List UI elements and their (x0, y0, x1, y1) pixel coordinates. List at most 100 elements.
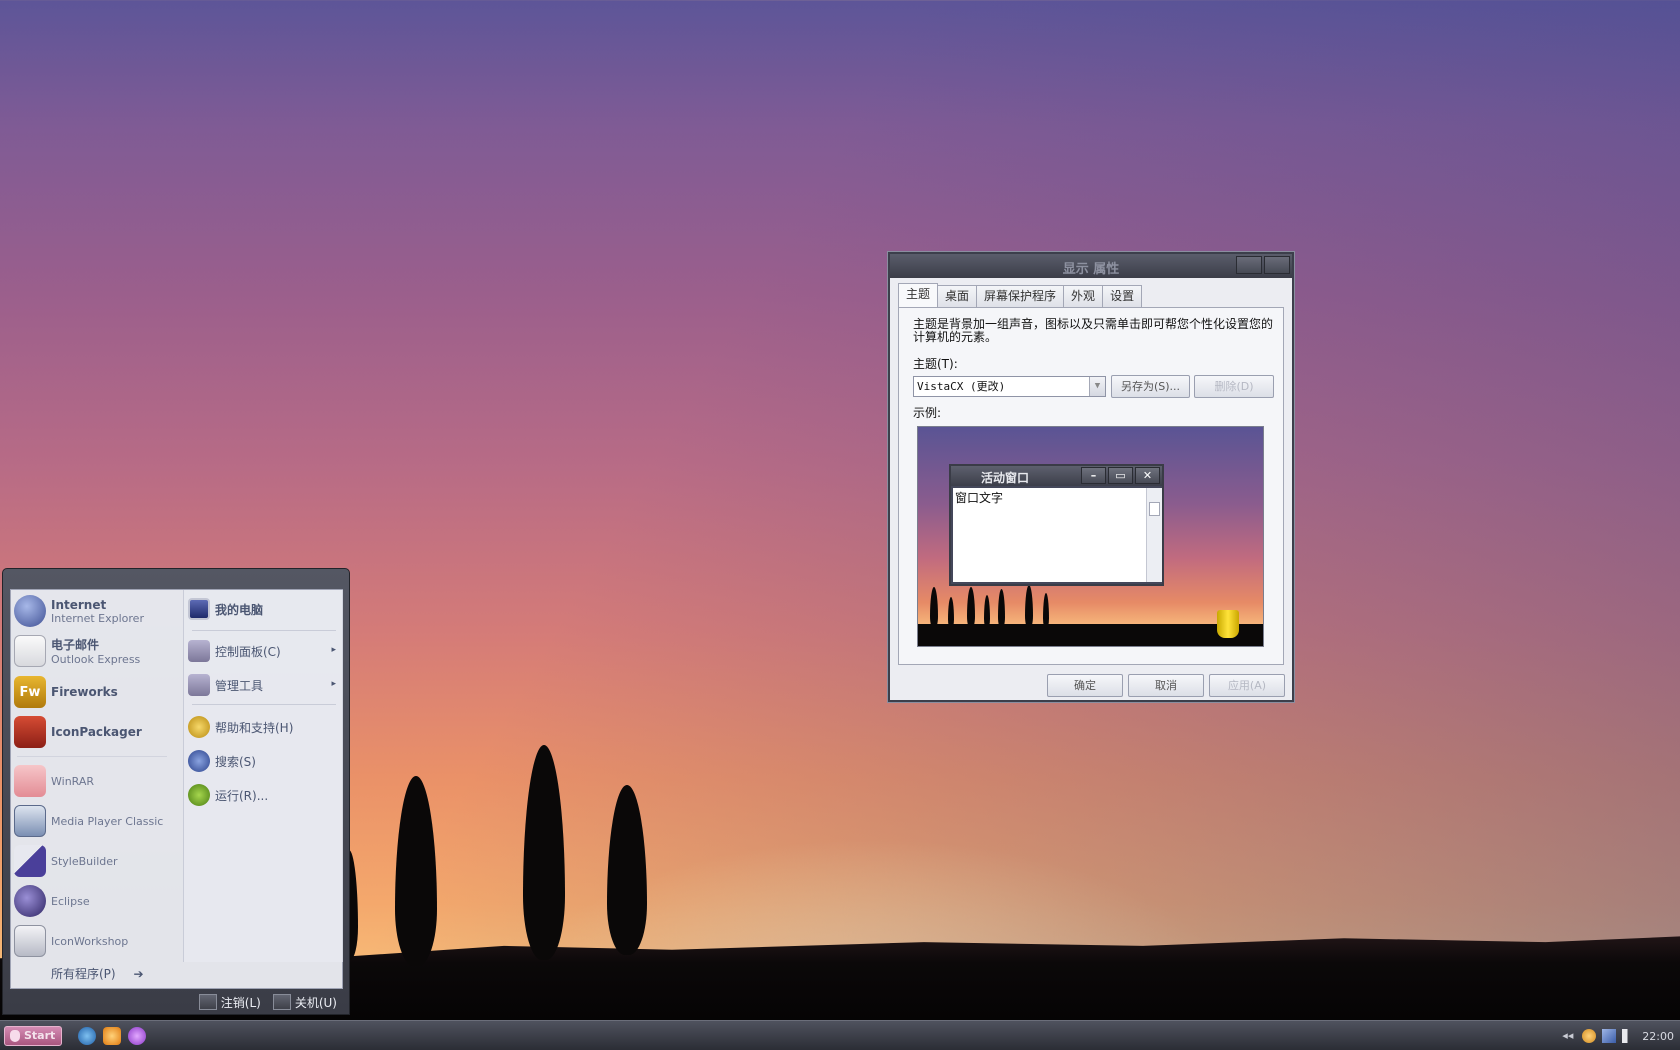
place-label: 运行(R)... (215, 788, 269, 803)
tab-appearance[interactable]: 外观 (1063, 285, 1104, 307)
quicklaunch-browser-icon[interactable] (78, 1027, 96, 1045)
control-panel-icon (188, 640, 210, 662)
start-menu-programs: Internet Internet Explorer 电子邮件 Outlook … (11, 590, 183, 962)
cancel-button[interactable]: 取消 (1128, 674, 1204, 697)
theme-select[interactable]: VistaCX (更改) ▼ (913, 376, 1106, 397)
recent-media-player[interactable]: Media Player Classic (14, 803, 180, 839)
dialog-titlebar[interactable]: 显示 属性 (890, 254, 1292, 278)
preview-tree (1025, 585, 1033, 629)
media-player-icon (14, 805, 46, 837)
preview-tree (930, 587, 938, 629)
tab-theme[interactable]: 主题 (898, 283, 939, 307)
recent-label: IconWorkshop (51, 934, 129, 948)
start-label: Start (24, 1029, 56, 1042)
pinned-subtitle: Internet Explorer (51, 611, 144, 625)
all-programs-button[interactable]: 所有程序(P) ➔ (51, 965, 144, 982)
tab-strip: 主题 桌面 屏幕保护程序 外观 设置 (898, 283, 1143, 307)
tab-desktop[interactable]: 桌面 (937, 285, 978, 307)
shutdown-button[interactable]: 关机(U) (272, 994, 337, 1011)
computer-icon (188, 598, 210, 620)
logoff-icon (198, 994, 217, 1010)
preview-tree (967, 587, 975, 629)
wallpaper-tree (395, 776, 437, 966)
theme-label: 主题(T): (913, 357, 958, 371)
recent-label: StyleBuilder (51, 854, 118, 868)
eclipse-icon (14, 885, 46, 917)
tab-settings[interactable]: 设置 (1102, 285, 1143, 307)
chevron-down-icon[interactable]: ▼ (1089, 377, 1105, 396)
apple-icon (10, 1030, 20, 1042)
stylebuilder-icon (14, 845, 46, 877)
place-control-panel[interactable]: 控制面板(C) ▸ (188, 636, 340, 666)
separator (17, 756, 167, 757)
recycle-bin-icon (1217, 610, 1239, 638)
close-title-button[interactable] (1264, 256, 1290, 274)
preview-tree (998, 589, 1005, 629)
all-programs-label: 所有程序(P) (51, 967, 116, 981)
recent-stylebuilder[interactable]: StyleBuilder (14, 843, 180, 879)
save-as-button[interactable]: 另存为(S)... (1111, 375, 1190, 398)
pinned-internet[interactable]: Internet Internet Explorer (14, 593, 180, 629)
place-help[interactable]: 帮助和支持(H) (188, 712, 340, 742)
delete-button[interactable]: 删除(D) (1194, 375, 1274, 398)
place-admin-tools[interactable]: 管理工具 ▸ (188, 670, 340, 700)
minimize-icon: – (1081, 467, 1106, 484)
theme-select-value: VistaCX (更改) (917, 380, 1006, 393)
place-label: 帮助和支持(H) (215, 720, 294, 735)
submenu-arrow-icon: ▸ (331, 645, 336, 655)
place-my-computer[interactable]: 我的电脑 (188, 594, 340, 624)
pinned-iconpackager[interactable]: IconPackager (14, 714, 180, 750)
run-icon (188, 784, 210, 806)
start-menu: Internet Internet Explorer 电子邮件 Outlook … (2, 568, 350, 1015)
preview-window-titlebar: 活动窗口 – ▭ ✕ (951, 466, 1162, 486)
tab-screensaver[interactable]: 屏幕保护程序 (976, 285, 1065, 307)
pinned-email[interactable]: 电子邮件 Outlook Express (14, 633, 180, 669)
sample-label: 示例: (913, 406, 942, 420)
recent-iconworkshop[interactable]: IconWorkshop (14, 923, 180, 959)
taskbar: Start ◂◂ 22:00 (0, 1020, 1680, 1050)
user-icon[interactable] (1582, 1029, 1597, 1043)
envelope-icon (14, 635, 46, 667)
globe-icon (14, 595, 46, 627)
logoff-button[interactable]: 注销(L) (198, 994, 261, 1011)
place-label: 控制面板(C) (215, 644, 281, 659)
place-label: 搜索(S) (215, 754, 256, 769)
winrar-icon (14, 765, 46, 797)
iconworkshop-icon (14, 925, 46, 957)
preview-tree (984, 595, 990, 629)
theme-preview: 活动窗口 – ▭ ✕ 窗口文字 (917, 426, 1264, 647)
network-icon[interactable] (1602, 1029, 1617, 1043)
apply-button[interactable]: 应用(A) (1209, 674, 1285, 697)
pinned-title: IconPackager (51, 725, 142, 739)
volume-icon[interactable] (1622, 1029, 1637, 1043)
pinned-title: Internet (51, 597, 107, 612)
recent-label: WinRAR (51, 774, 95, 788)
help-title-button[interactable] (1236, 256, 1262, 274)
start-menu-places: 我的电脑 控制面板(C) ▸ 管理工具 ▸ 帮助和支持(H) 搜索(S) 运行(… (183, 590, 343, 962)
shutdown-label: 关机(U) (294, 995, 337, 1010)
quicklaunch-music-icon[interactable] (128, 1027, 146, 1045)
start-menu-panel: Internet Internet Explorer 电子邮件 Outlook … (10, 589, 343, 989)
recent-eclipse[interactable]: Eclipse (14, 883, 180, 919)
theme-description: 主题是背景加一组声音，图标以及只需单击即可帮您个性化设置您的计算机的元素。 (913, 317, 1274, 344)
wallpaper-tree (523, 745, 565, 960)
clock[interactable]: 22:00 (1642, 1030, 1674, 1043)
recent-label: Eclipse (51, 894, 90, 908)
recent-winrar[interactable]: WinRAR (14, 763, 180, 799)
iconpackager-icon (14, 716, 46, 748)
place-run[interactable]: 运行(R)... (188, 780, 340, 810)
separator (192, 704, 336, 705)
logoff-label: 注销(L) (220, 995, 261, 1010)
preview-window-title: 活动窗口 (981, 471, 1030, 485)
pinned-subtitle: Outlook Express (51, 653, 141, 666)
dialog-title: 显示 属性 (1062, 262, 1120, 277)
quicklaunch-messenger-icon[interactable] (103, 1027, 121, 1045)
separator (192, 630, 336, 631)
place-search[interactable]: 搜索(S) (188, 746, 340, 776)
start-button[interactable]: Start (4, 1026, 62, 1046)
pinned-fireworks[interactable]: Fw Fireworks (14, 674, 180, 710)
tray-collapse-icon[interactable]: ◂◂ (1562, 1029, 1576, 1043)
close-icon: ✕ (1135, 467, 1160, 484)
preview-scrollbar (1146, 488, 1162, 582)
ok-button[interactable]: 确定 (1047, 674, 1123, 697)
